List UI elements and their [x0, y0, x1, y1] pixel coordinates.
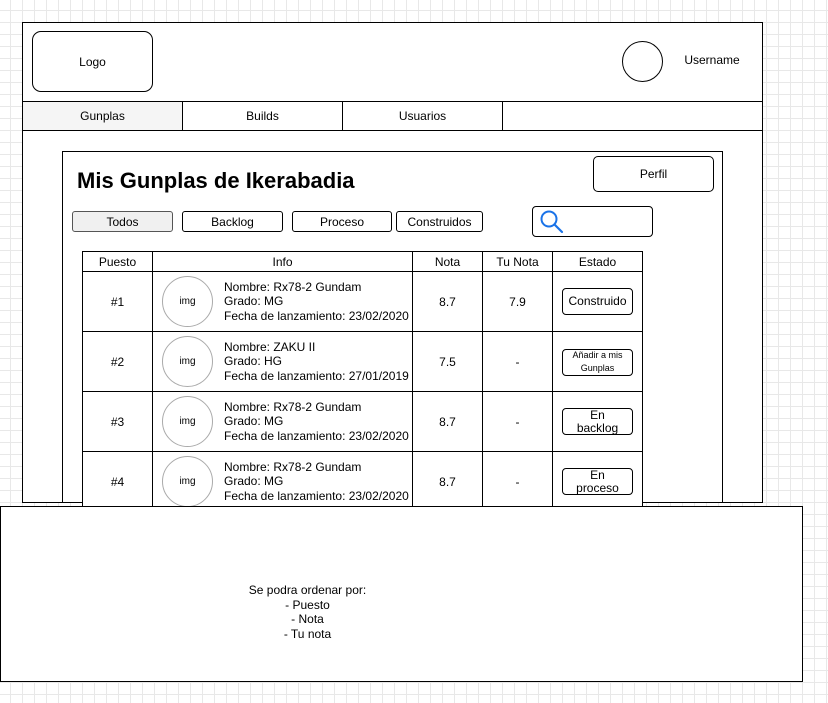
gunpla-name: Nombre: ZAKU II [224, 339, 316, 354]
state-label: Construido [568, 294, 627, 308]
rank-cell: #3 [82, 391, 153, 452]
sort-note: Se podra ordenar por: - Puesto - Nota - … [200, 583, 415, 641]
info-content: img Nombre: ZAKU II Grado: HG Fecha de l… [153, 336, 412, 387]
state-label-line: Gunplas [580, 363, 615, 374]
info-content: img Nombre: Rx78-2 Gundam Grado: MG Fech… [153, 276, 412, 327]
filter-label: Backlog [211, 214, 254, 229]
gunpla-table: Puesto Info Nota Tu Nota Estado #1 img N… [82, 251, 643, 512]
gunpla-release: Fecha de lanzamiento: 23/02/2020 [224, 308, 409, 323]
tab-label: Builds [246, 109, 279, 123]
my-score-cell[interactable]: 7.9 [482, 271, 553, 332]
table-row[interactable]: #1 img Nombre: Rx78-2 Gundam Grado: MG F… [82, 271, 643, 332]
note-line: - Tu nota [283, 626, 332, 641]
table-header-row: Puesto Info Nota Tu Nota Estado [82, 251, 643, 272]
profile-button-label: Perfil [639, 167, 668, 181]
column-header-nota: Nota [412, 251, 483, 272]
add-to-my-gunplas-button[interactable]: Añadir a mis Gunplas [562, 348, 633, 376]
logo[interactable]: Logo [32, 31, 153, 92]
table-row[interactable]: #2 img Nombre: ZAKU II Grado: HG Fecha d… [82, 331, 643, 392]
score-cell: 8.7 [412, 271, 483, 332]
my-score-cell[interactable]: - [482, 451, 553, 512]
info-text: Nombre: Rx78-2 Gundam Grado: MG Fecha de… [224, 460, 409, 504]
gunpla-image[interactable]: img [162, 396, 213, 447]
my-score-cell[interactable]: - [482, 331, 553, 392]
score-cell: 8.7 [412, 451, 483, 512]
state-label-line: Añadir a mis [572, 350, 623, 361]
info-text: Nombre: Rx78-2 Gundam Grado: MG Fecha de… [224, 400, 409, 444]
state-label: En proceso [576, 467, 619, 495]
state-button-construido[interactable]: Construido [562, 288, 633, 315]
username[interactable]: Username [672, 53, 752, 67]
search-input[interactable] [532, 206, 653, 237]
state-label-line: backlog [576, 420, 619, 435]
gunpla-name: Nombre: Rx78-2 Gundam [224, 399, 362, 414]
filter-construidos[interactable]: Construidos [396, 211, 483, 232]
page-title: Mis Gunplas de Ikerabadia [77, 168, 355, 193]
table-row[interactable]: #3 img Nombre: Rx78-2 Gundam Grado: MG F… [82, 391, 643, 452]
state-button-proceso[interactable]: En proceso [562, 467, 633, 496]
tab-gunplas[interactable]: Gunplas [22, 101, 183, 131]
gunpla-release: Fecha de lanzamiento: 23/02/2020 [224, 488, 409, 503]
gunpla-release: Fecha de lanzamiento: 23/02/2020 [224, 428, 409, 443]
gunpla-name: Nombre: Rx78-2 Gundam [224, 459, 362, 474]
gunpla-image[interactable]: img [162, 336, 213, 387]
info-content: img Nombre: Rx78-2 Gundam Grado: MG Fech… [153, 396, 412, 447]
column-header-info: Info [152, 251, 413, 272]
column-header-puesto: Puesto [82, 251, 153, 272]
state-label: Añadir a mis Gunplas [572, 349, 622, 375]
state-label: En backlog [576, 407, 619, 435]
tab-label: Usuarios [398, 109, 447, 123]
score-cell: 8.7 [412, 391, 483, 452]
tab-builds[interactable]: Builds [182, 101, 343, 131]
state-cell: Añadir a mis Gunplas [552, 331, 643, 392]
my-score-cell[interactable]: - [482, 391, 553, 452]
filter-todos[interactable]: Todos [72, 211, 173, 232]
info-cell: img Nombre: ZAKU II Grado: HG Fecha de l… [152, 331, 413, 392]
rank-cell: #1 [82, 271, 153, 332]
state-label-line: En [590, 407, 605, 422]
score-cell: 7.5 [412, 331, 483, 392]
note-line: - Nota [291, 612, 324, 626]
tab-empty [502, 101, 763, 131]
state-button-backlog[interactable]: En backlog [562, 407, 633, 436]
gunpla-grade: Grado: HG [224, 354, 283, 369]
search-icon [540, 210, 564, 233]
column-header-estado: Estado [552, 251, 643, 272]
state-label-line: proceso [576, 480, 619, 495]
note-line: Se podra ordenar por: [248, 583, 367, 597]
avatar[interactable] [622, 41, 663, 82]
info-content: img Nombre: Rx78-2 Gundam Grado: MG Fech… [153, 456, 412, 507]
profile-button[interactable]: Perfil [593, 156, 714, 192]
logo-label: Logo [79, 54, 106, 69]
note-line: - Puesto [285, 597, 330, 612]
rank-cell: #4 [82, 451, 153, 512]
filter-label: Construidos [407, 214, 472, 229]
info-text: Nombre: ZAKU II Grado: HG Fecha de lanza… [224, 340, 409, 384]
state-cell: En backlog [552, 391, 643, 452]
filter-label: Proceso [319, 214, 365, 229]
filter-backlog[interactable]: Backlog [182, 211, 283, 232]
tab-label: Gunplas [80, 109, 125, 123]
filter-label: Todos [106, 214, 139, 229]
column-header-tu-nota: Tu Nota [482, 251, 553, 272]
gunpla-name: Nombre: Rx78-2 Gundam [224, 279, 362, 294]
tab-usuarios[interactable]: Usuarios [342, 101, 503, 131]
gunpla-release: Fecha de lanzamiento: 27/01/2019 [224, 368, 409, 383]
table-row[interactable]: #4 img Nombre: Rx78-2 Gundam Grado: MG F… [82, 451, 643, 512]
info-text: Nombre: Rx78-2 Gundam Grado: MG Fecha de… [224, 280, 409, 324]
filter-proceso[interactable]: Proceso [292, 211, 392, 232]
info-cell: img Nombre: Rx78-2 Gundam Grado: MG Fech… [152, 271, 413, 332]
state-cell: En proceso [552, 451, 643, 512]
gunpla-image[interactable]: img [162, 276, 213, 327]
gunpla-grade: Grado: MG [224, 474, 284, 489]
rank-cell: #2 [82, 331, 153, 392]
gunpla-grade: Grado: MG [224, 294, 284, 309]
gunpla-image[interactable]: img [162, 456, 213, 507]
gunpla-grade: Grado: MG [224, 414, 284, 429]
info-cell: img Nombre: Rx78-2 Gundam Grado: MG Fech… [152, 391, 413, 452]
state-cell: Construido [552, 271, 643, 332]
state-label-line: En [590, 467, 605, 482]
info-cell: img Nombre: Rx78-2 Gundam Grado: MG Fech… [152, 451, 413, 512]
